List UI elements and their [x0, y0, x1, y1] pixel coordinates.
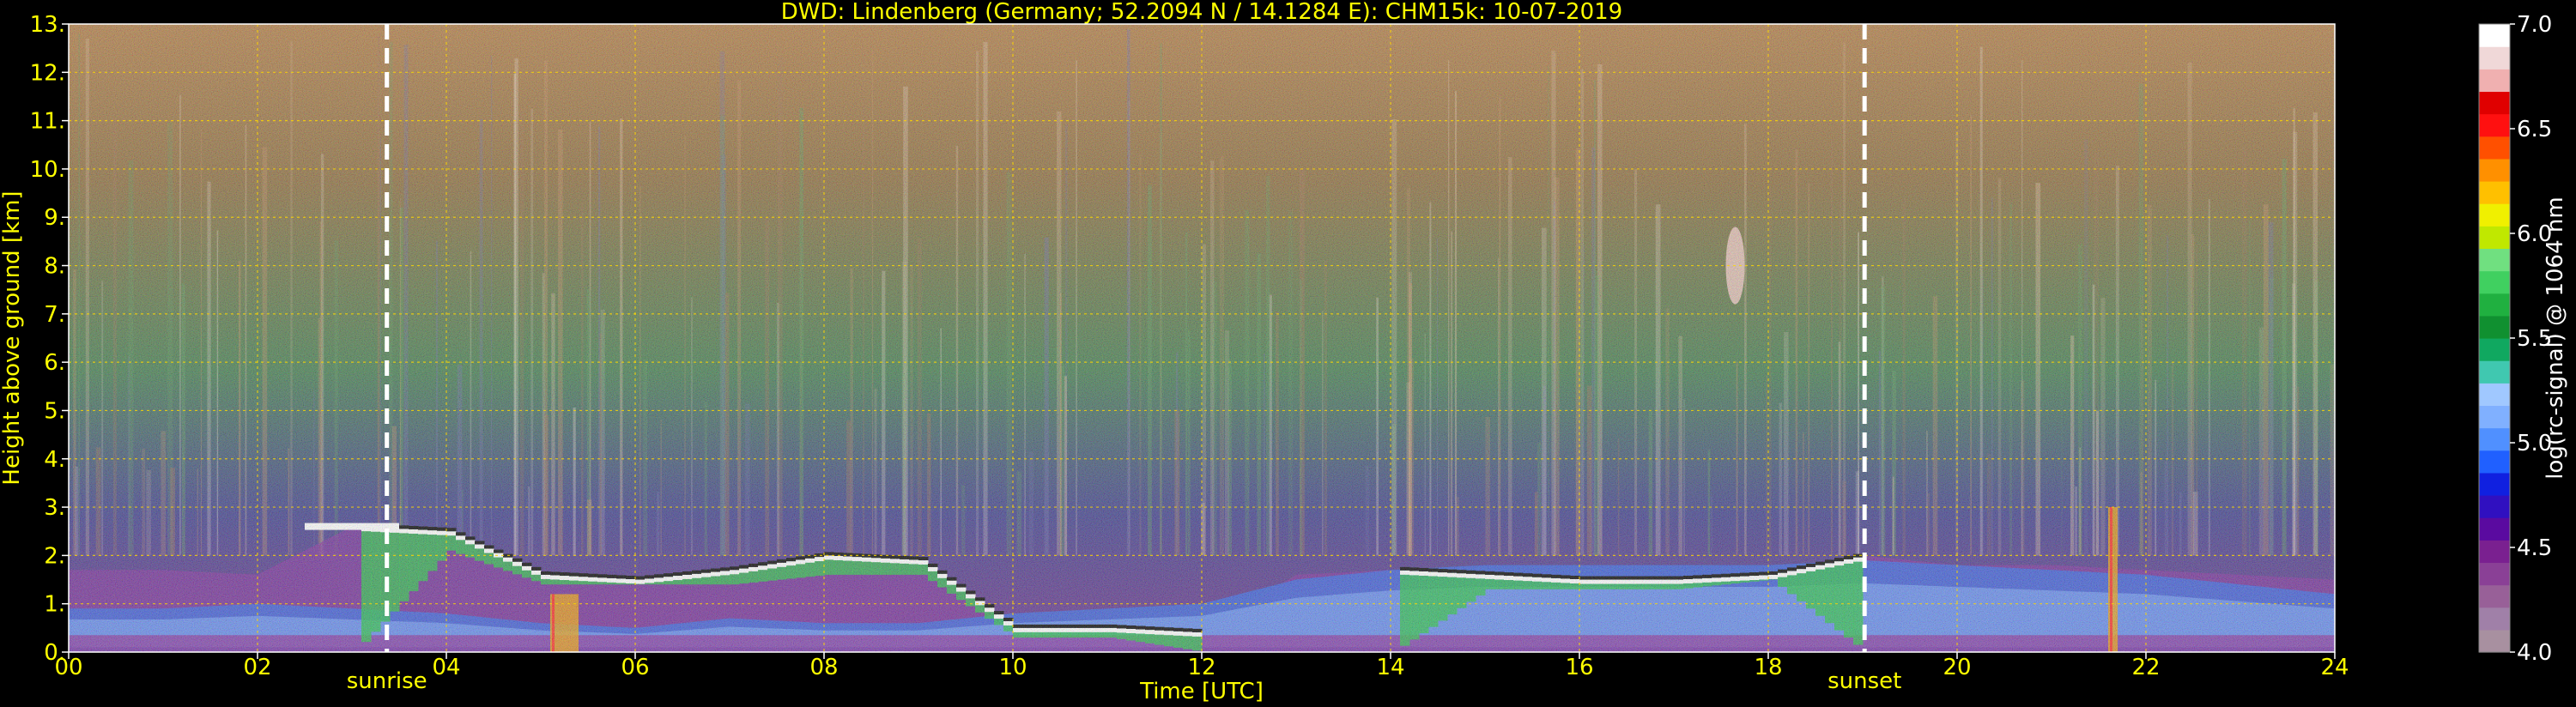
y-tick-label: 9. — [44, 205, 65, 231]
colorbar-segment — [2479, 629, 2510, 653]
colorbar-tick-label: 6.5 — [2517, 117, 2552, 142]
y-tick-label: 4. — [44, 447, 65, 473]
x-axis-label: Time [UTC] — [1139, 679, 1264, 704]
y-tick-label: 6. — [44, 350, 65, 376]
y-tick-label: 5. — [44, 398, 65, 424]
y-tick-label: 11. — [30, 109, 65, 135]
colorbar-segment — [2479, 113, 2510, 137]
y-tick-label: 0. — [44, 640, 65, 666]
colorbar-segment — [2479, 46, 2510, 69]
y-tick-label: 2. — [44, 543, 65, 569]
colorbar-segment — [2479, 181, 2510, 204]
y-tick-label: 8. — [44, 254, 65, 280]
colorbar-segment — [2479, 91, 2510, 115]
colorbar-segment — [2479, 69, 2510, 93]
colorbar-segment — [2479, 226, 2510, 250]
colorbar-tick-label: 4.5 — [2517, 535, 2552, 561]
colorbar-segment — [2479, 450, 2510, 474]
colorbar-segment — [2479, 517, 2510, 541]
colorbar-tick-label: 7.0 — [2517, 12, 2552, 38]
y-tick-label: 7. — [44, 302, 65, 328]
lidar-quicklook-figure: DWD: Lindenberg (Germany; 52.2094 N / 14… — [0, 0, 2568, 704]
x-tick-label: 22 — [2131, 655, 2160, 680]
colorbar-segment — [2479, 540, 2510, 564]
y-tick-label: 13. — [30, 12, 65, 38]
colorbar-segment — [2479, 495, 2510, 518]
chart-title: DWD: Lindenberg (Germany; 52.2094 N / 14… — [781, 0, 1622, 25]
plot-area — [69, 24, 2335, 652]
colorbar-segment — [2479, 315, 2510, 339]
x-tick-label: 10 — [998, 655, 1027, 680]
colorbar-segment — [2479, 136, 2510, 160]
colorbar-segment — [2479, 293, 2510, 317]
x-tick-label: 02 — [243, 655, 271, 680]
colorbar-segment — [2479, 203, 2510, 227]
x-tick-label: 04 — [432, 655, 460, 680]
x-tick-label: 24 — [2320, 655, 2349, 680]
x-tick-label: 12 — [1187, 655, 1215, 680]
colorbar-tick-label: 4.0 — [2517, 640, 2552, 666]
colorbar-segment — [2479, 383, 2510, 407]
y-tick-label: 10. — [30, 157, 65, 183]
y-tick-label: 3. — [44, 495, 65, 521]
sunrise-label: sunrise — [347, 668, 427, 694]
colorbar-segment — [2479, 472, 2510, 496]
y-tick-label: 12. — [30, 60, 65, 86]
x-tick-label: 06 — [621, 655, 649, 680]
colorbar-segment — [2479, 158, 2510, 182]
x-tick-label: 18 — [1754, 655, 1782, 680]
colorbar-segment — [2479, 607, 2510, 631]
x-tick-label: 20 — [1943, 655, 1971, 680]
y-axis-ticks: 0. 1. 2. 3. 4. 5. 6. 7. 8. 9. 10. 11. 12. 13. — [30, 12, 69, 666]
sun-marker-labels: sunrise sunset — [347, 668, 1902, 694]
colorbar — [2478, 23, 2511, 653]
colorbar-segment — [2479, 248, 2510, 272]
y-axis-label: Height above ground [km] — [0, 190, 25, 485]
x-tick-label: 16 — [1565, 655, 1593, 680]
colorbar-segment — [2479, 24, 2510, 47]
x-tick-label: 08 — [809, 655, 838, 680]
sunset-label: sunset — [1827, 668, 1901, 694]
colorbar-segment — [2479, 360, 2510, 384]
colorbar-segment — [2479, 270, 2510, 294]
colorbar-segment — [2479, 562, 2510, 586]
colorbar-segment — [2479, 427, 2510, 451]
colorbar-segment — [2479, 405, 2510, 429]
colorbar-segment — [2479, 338, 2510, 361]
colorbar-segment — [2479, 584, 2510, 608]
colorbar-label: log(rc-signal) @ 1064 nm — [2543, 196, 2568, 479]
y-tick-label: 1. — [44, 592, 65, 618]
x-tick-label: 14 — [1376, 655, 1404, 680]
